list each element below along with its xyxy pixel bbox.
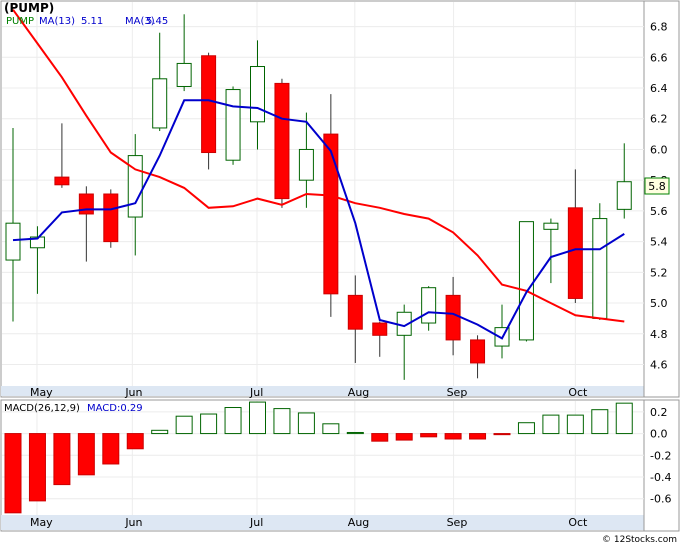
candle-up: [5, 222, 21, 261]
price-x-tick-label: Aug: [348, 386, 369, 399]
price-x-tick-label: Jun: [124, 386, 142, 399]
candle-up: [250, 66, 265, 123]
macd-bar-negative: [126, 433, 144, 450]
macd-y-tick-label: 0.2: [650, 406, 668, 419]
price-x-tick-label: Oct: [568, 386, 588, 399]
candle-down: [567, 207, 583, 299]
stock-chart: 4.6 4.8 5.0 5.2 5.4 5.6 5.8 6.0 6.2 6.4 6.6 6.8 May…: [0, 0, 680, 546]
macd-bar-positive: [297, 412, 315, 435]
candle-up: [518, 221, 534, 341]
macd-bar-positive: [615, 402, 633, 435]
candle-up: [225, 89, 241, 161]
macd-bar-positive: [346, 431, 364, 435]
macd-bar-positive: [566, 414, 584, 435]
price-legend-item: PUMP: [6, 16, 34, 27]
price-x-tick-label: Sep: [447, 386, 468, 399]
macd-bar-negative: [4, 433, 22, 514]
macd-bar-negative: [77, 433, 95, 476]
macd-bar-positive: [224, 407, 242, 435]
macd-y-tick-label: -0.4: [650, 471, 671, 484]
macd-y-tick-label: -0.6: [650, 493, 671, 506]
macd-bar-negative: [395, 433, 413, 441]
price-y-tick-label: 4.6: [650, 358, 668, 371]
candle-down: [201, 55, 217, 154]
macd-legend: MACD(26,12,9) MACD:0.29: [4, 403, 143, 414]
price-x-axis-band: [1, 386, 644, 396]
price-legend-item: 5.45: [146, 16, 168, 27]
price-y-tick-label: 6.6: [650, 51, 668, 64]
price-x-tick-label: Jul: [249, 386, 263, 399]
macd-x-tick-label: Oct: [568, 516, 588, 529]
macd-legend-item: MACD(26,12,9): [4, 403, 80, 414]
candle-up: [298, 148, 314, 181]
macd-bar-positive: [322, 423, 340, 435]
macd-bar-positive: [151, 429, 169, 435]
macd-x-axis-band: [1, 515, 644, 530]
macd-bar-negative: [469, 433, 487, 440]
price-legend-item: MA(13): [39, 16, 75, 27]
macd-bar-positive: [249, 401, 266, 435]
macd-bar-negative: [371, 433, 389, 442]
candle-up: [543, 222, 559, 230]
macd-y-tick-label: 0.0: [650, 428, 668, 441]
macd-x-tick-label: Sep: [447, 516, 468, 529]
macd-bar-negative: [444, 433, 462, 440]
price-y-tick-label: 5.4: [650, 236, 668, 249]
macd-bar-negative: [420, 433, 438, 438]
macd-bar-negative: [28, 433, 46, 502]
macd-x-tick-label: Jul: [249, 516, 263, 529]
price-x-tick-label: May: [30, 386, 53, 399]
price-y-tick-label: 4.8: [650, 328, 668, 341]
macd-x-tick-label: May: [30, 516, 53, 529]
price-legend: PUMP MA(13) 5.11 MA(3)5.45: [6, 16, 168, 27]
last-price-label: 5.8: [648, 180, 666, 193]
macd-x-tick-label: Aug: [348, 516, 369, 529]
macd-bar-positive: [591, 409, 609, 435]
macd-bar-negative: [53, 433, 71, 486]
price-y-tick-label: 5.0: [650, 297, 668, 310]
candle-down: [54, 176, 70, 186]
candle-down: [347, 294, 363, 330]
macd-bar-positive: [175, 415, 193, 435]
candle-down: [372, 322, 388, 336]
candle-down: [103, 193, 119, 243]
price-y-tick-label: 5.6: [650, 205, 668, 218]
candle-up: [592, 218, 608, 319]
price-y-tick-label: 6.8: [650, 21, 668, 34]
price-y-tick-label: 6.2: [650, 113, 668, 126]
macd-bar-positive: [273, 408, 291, 435]
candle-up: [176, 62, 192, 87]
macd-bar-positive: [200, 413, 218, 435]
price-y-tick-label: 5.2: [650, 266, 668, 279]
candle-up: [152, 78, 168, 129]
macd-legend-item: MACD:0.29: [87, 403, 143, 414]
last-price-tag: 5.8: [644, 177, 670, 195]
price-y-tick-label: 6.4: [650, 82, 668, 95]
macd-y-tick-label: -0.2: [650, 449, 671, 462]
macd-bar-positive: [542, 414, 560, 435]
chart-title: (PUMP): [4, 1, 54, 15]
price-legend-item: 5.11: [81, 16, 103, 27]
candle-up: [616, 181, 632, 210]
footer-credit: © 12Stocks.com: [602, 535, 677, 545]
macd-bar-positive: [517, 422, 535, 435]
candle-down: [445, 294, 461, 341]
macd-bar-negative: [102, 433, 120, 465]
candle-up: [421, 287, 437, 324]
candle-down: [323, 133, 339, 295]
macd-bar-negative: [493, 433, 511, 436]
macd-x-tick-label: Jun: [124, 516, 142, 529]
candle-down: [470, 339, 486, 364]
candle-down: [274, 82, 290, 200]
price-y-tick-label: 6.0: [650, 143, 668, 156]
